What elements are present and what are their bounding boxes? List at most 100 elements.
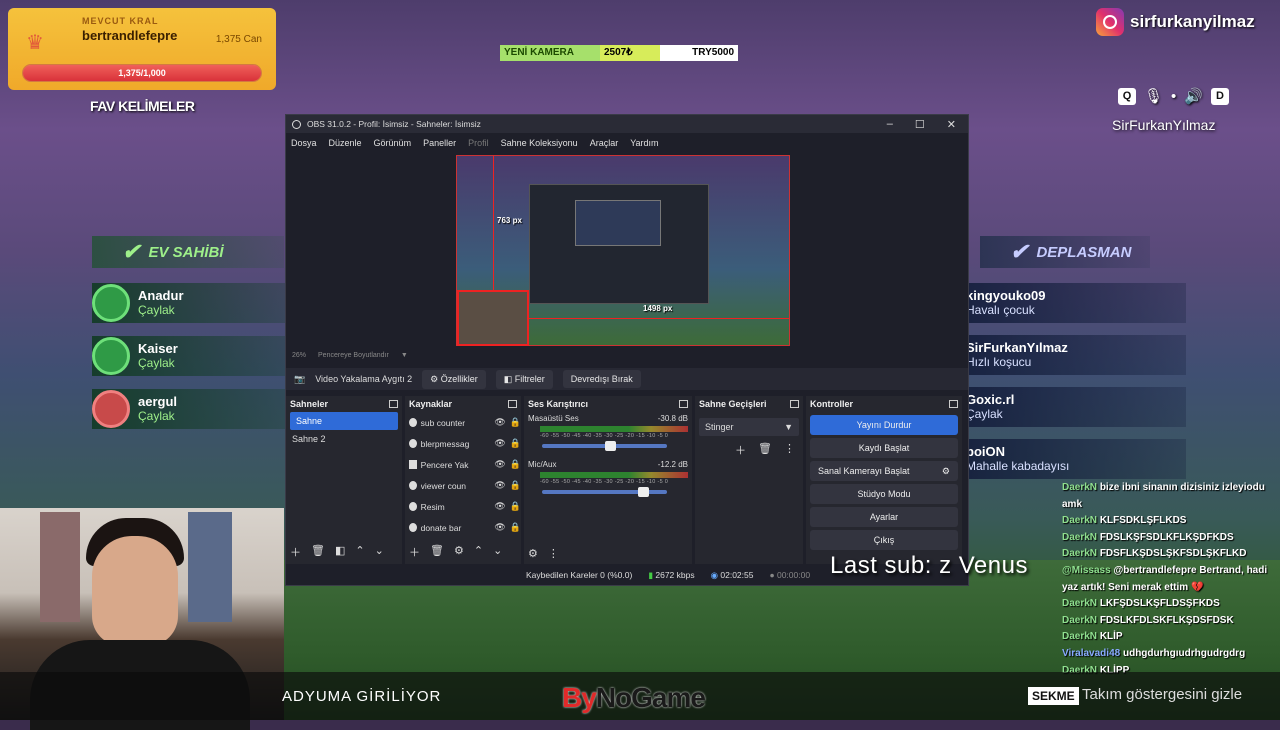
add-icon[interactable]: ＋ xyxy=(735,442,746,458)
scene-item[interactable]: Sahne xyxy=(290,412,398,430)
source-item[interactable]: donate bar 👁 🔒 xyxy=(405,517,521,538)
source-item[interactable]: blerpmessag 👁 🔒 xyxy=(405,433,521,454)
slider-knob[interactable] xyxy=(604,441,616,451)
lock-icon[interactable]: 🔒 xyxy=(510,522,521,533)
menu-tools[interactable]: Araçlar xyxy=(590,138,619,148)
menu-scene-collection[interactable]: Sahne Koleksiyonu xyxy=(501,138,578,148)
more-icon[interactable]: ⋮ xyxy=(548,547,559,560)
dock-undock-icon[interactable] xyxy=(949,400,958,408)
dock-undock-icon[interactable] xyxy=(790,400,799,408)
maximize-icon[interactable]: ☐ xyxy=(915,118,925,131)
eye-icon[interactable]: 👁 xyxy=(494,480,505,491)
arrow-up-icon[interactable]: ⌃ xyxy=(474,544,483,560)
eye-icon[interactable]: 👁 xyxy=(494,438,505,449)
start-virtual-camera-button[interactable]: Sanal Kamerayı Başlat xyxy=(818,461,910,481)
current-king-panel: ♛ MEVCUT KRAL bertrandlefepre 1,375 Can … xyxy=(8,8,276,90)
chat-user: DaerkN xyxy=(1062,548,1098,560)
filters-button[interactable]: ◧ Filtreler xyxy=(495,369,553,389)
menu-edit[interactable]: Düzenle xyxy=(329,138,362,148)
scene-item[interactable]: Sahne 2 xyxy=(286,430,402,448)
check-icon: ✔ xyxy=(122,239,141,264)
deactivate-button[interactable]: Devredışı Bırak xyxy=(562,370,641,388)
volume-slider[interactable] xyxy=(542,441,667,451)
meter-scale: -60 -55 -50 -45 -40 -35 -30 -25 -20 -15 … xyxy=(540,479,669,485)
chat-message: DaerkN FDSFLKŞDSLŞKFSDLŞKFLKD xyxy=(1062,546,1276,563)
settings-button[interactable]: Ayarlar xyxy=(810,507,958,527)
chevron-down-icon[interactable]: ▼ xyxy=(401,352,408,359)
lock-icon[interactable]: 🔒 xyxy=(510,501,521,512)
volume-slider[interactable] xyxy=(542,487,667,497)
lock-icon[interactable]: 🔒 xyxy=(510,480,521,491)
more-icon[interactable]: ⋮ xyxy=(784,442,795,458)
add-icon[interactable]: ＋ xyxy=(409,544,420,560)
controls-header: Kontroller xyxy=(806,396,962,412)
transition-select[interactable]: Stinger ▼ xyxy=(699,418,799,436)
arrow-up-icon[interactable]: ⌃ xyxy=(355,544,364,560)
start-recording-button[interactable]: Kaydı Başlat xyxy=(810,438,958,458)
dock-undock-icon[interactable] xyxy=(679,400,688,408)
exit-button[interactable]: Çıkış xyxy=(810,530,958,550)
menu-help[interactable]: Yardım xyxy=(630,138,658,148)
player-name: kingyouko09 xyxy=(966,288,1046,303)
volume-meter xyxy=(540,426,688,432)
obs-preview[interactable]: 763 px 1498 px xyxy=(456,155,790,346)
eye-icon[interactable]: 👁 xyxy=(494,459,505,470)
lock-icon[interactable]: 🔒 xyxy=(510,438,521,449)
player-name: Kaiser xyxy=(138,341,178,356)
trash-icon[interactable]: 🗑 xyxy=(430,544,444,560)
dock-undock-icon[interactable] xyxy=(389,400,398,408)
close-icon[interactable]: ✕ xyxy=(947,118,956,131)
mixer-channel: Masaüstü Ses -30.8 dB -60 -55 -50 -45 -40… xyxy=(524,412,692,454)
eye-icon[interactable]: 👁 xyxy=(494,522,505,533)
selected-source-name: Video Yakalama Aygıtı 2 xyxy=(315,374,413,384)
trash-icon[interactable]: 🗑 xyxy=(311,544,325,560)
menu-file[interactable]: Dosya xyxy=(291,138,317,148)
studio-mode-button[interactable]: Stüdyo Modu xyxy=(810,484,958,504)
slider-knob[interactable] xyxy=(638,487,650,497)
home-team-header: ✔ EV SAHİBİ xyxy=(92,236,284,268)
properties-button[interactable]: ⚙ Özellikler xyxy=(422,369,486,389)
eye-icon[interactable]: 👁 xyxy=(494,417,505,428)
lock-icon[interactable]: 🔒 xyxy=(510,459,521,470)
sources-header: Kaynaklar xyxy=(405,396,521,412)
source-item[interactable]: Pencere Yak 👁 🔒 xyxy=(405,454,521,475)
player-avatar xyxy=(92,337,130,375)
fav-words-title: FAV KELİMELER xyxy=(90,98,195,114)
menu-view[interactable]: Görünüm xyxy=(374,138,412,148)
gear-icon[interactable]: ⚙ xyxy=(942,461,950,481)
goal-label: YENİ KAMERA xyxy=(500,45,600,61)
gear-icon[interactable]: ⚙ xyxy=(528,547,538,560)
stop-streaming-button[interactable]: Yayını Durdur xyxy=(810,415,958,435)
sources-title: Kaynaklar xyxy=(409,399,453,409)
arrow-down-icon[interactable]: ⌄ xyxy=(493,544,502,560)
filter-icon[interactable]: ◧ xyxy=(335,544,345,560)
browser-icon xyxy=(409,523,417,532)
chat-user: DaerkN xyxy=(1062,482,1098,493)
gear-icon[interactable]: ⚙ xyxy=(454,544,464,560)
dock-undock-icon[interactable] xyxy=(508,400,517,408)
chat-user: DaerkN xyxy=(1062,631,1098,643)
audio-mixer-dock: Ses Karıştırıcı Masaüstü Ses -30.8 dB -60… xyxy=(524,396,692,564)
guide-line-horizontal xyxy=(529,318,789,319)
eye-icon[interactable]: 👁 xyxy=(494,501,505,512)
zoom-level[interactable]: 26% xyxy=(292,352,306,359)
width-guide-label: 763 px xyxy=(497,216,522,225)
minimize-icon[interactable]: – xyxy=(887,118,893,131)
trash-icon[interactable]: 🗑 xyxy=(758,442,772,458)
obs-logo-icon xyxy=(292,119,301,129)
lock-icon[interactable]: 🔒 xyxy=(510,417,521,428)
away-player: Goxic.rl Çaylak xyxy=(966,387,1186,427)
king-health-bar: 1,375/1,000 xyxy=(22,64,262,82)
fit-mode[interactable]: Pencereye Boyutlandır xyxy=(318,352,389,359)
player-rank: Havalı çocuk xyxy=(966,303,1035,317)
menu-docks[interactable]: Paneller xyxy=(423,138,456,148)
menu-profile[interactable]: Profil xyxy=(468,138,489,148)
bynogame-logo: ByNoGame xyxy=(562,682,706,714)
arrow-down-icon[interactable]: ⌄ xyxy=(375,544,384,560)
add-icon[interactable]: ＋ xyxy=(290,544,301,560)
properties-label: Özellikler xyxy=(440,373,478,384)
source-item[interactable]: viewer coun 👁 🔒 xyxy=(405,475,521,496)
source-item[interactable]: Resim 👁 🔒 xyxy=(405,496,521,517)
source-item[interactable]: sub counter 👁 🔒 xyxy=(405,412,521,433)
selected-camera-source[interactable] xyxy=(457,290,529,346)
